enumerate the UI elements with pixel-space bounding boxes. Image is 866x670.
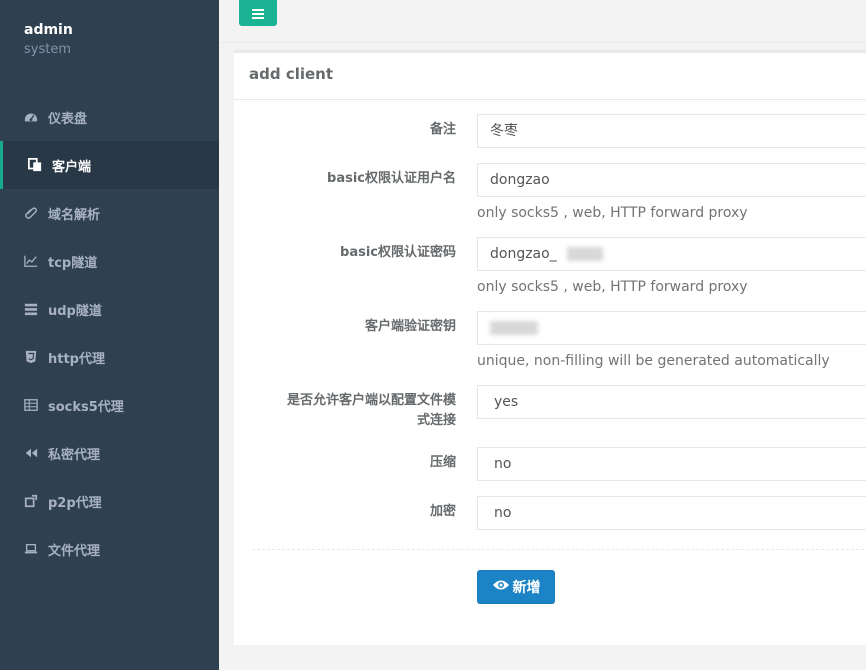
- basic-password-value: dongzao_: [490, 246, 557, 262]
- add-button[interactable]: 新增: [477, 570, 555, 604]
- sidebar-item-secret[interactable]: 私密代理: [0, 429, 219, 477]
- basic-username-label: basic权限认证用户名: [327, 171, 456, 186]
- sidebar-item-tcp[interactable]: tcp隧道: [0, 237, 219, 285]
- eye-icon: [492, 579, 513, 595]
- sidebar-item-socks5[interactable]: socks5代理: [0, 381, 219, 429]
- sidebar-item-label: http代理: [48, 351, 105, 367]
- remark-input[interactable]: 冬枣: [477, 114, 866, 148]
- sidebar-item-label: 客户端: [52, 159, 92, 175]
- panel-title: add client: [249, 65, 334, 83]
- add-button-label: 新增: [512, 580, 541, 596]
- vkey-label: 客户端验证密钥: [364, 319, 456, 334]
- profile-role: system: [24, 42, 71, 57]
- sidebar-item-label: 仪表盘: [48, 111, 88, 127]
- html5-icon: [23, 349, 39, 365]
- share-square-icon: [23, 493, 39, 509]
- sidebar-item-dashboard[interactable]: 仪表盘: [0, 93, 219, 141]
- divider: [234, 99, 866, 100]
- toggle-sidebar-button[interactable]: [239, 0, 277, 26]
- basic-password-label: basic权限认证密码: [340, 245, 456, 260]
- sidebar-item-file[interactable]: 文件代理: [0, 525, 219, 573]
- sidebar-item-label: udp隧道: [48, 303, 102, 319]
- compress-select[interactable]: no: [477, 447, 866, 481]
- bars-icon: [252, 4, 264, 23]
- dashboard-icon: [23, 109, 39, 125]
- sidebar-item-label: tcp隧道: [48, 255, 98, 271]
- config-conn-label-line1: 是否允许客户端以配置文件模: [286, 393, 456, 408]
- basic-password-help: only socks5 , web, HTTP forward proxy: [477, 279, 748, 295]
- redacted-mask: [490, 321, 538, 335]
- basic-username-input[interactable]: dongzao: [477, 163, 866, 197]
- sidebar-item-label: 文件代理: [48, 543, 101, 559]
- basic-password-input[interactable]: dongzao_: [477, 237, 866, 271]
- vkey-input[interactable]: [477, 311, 866, 345]
- clone-icon: [27, 157, 43, 173]
- compress-label: 压缩: [429, 455, 456, 470]
- vkey-help: unique, non-filling will be generated au…: [477, 353, 830, 369]
- crypt-label: 加密: [429, 504, 456, 519]
- profile-username[interactable]: admin: [24, 20, 73, 40]
- laptop-icon: [23, 541, 39, 557]
- add-client-panel: add client 备注 冬枣 basic权限认证用户名 dongzao on…: [234, 50, 866, 645]
- sidebar-item-domain[interactable]: 域名解析: [0, 189, 219, 237]
- line-chart-icon: [23, 253, 39, 269]
- table-icon: [23, 397, 39, 413]
- config-conn-label: 是否允许客户端以配置文件模 式连接: [256, 391, 456, 431]
- sidebar-item-clients[interactable]: 客户端: [0, 141, 219, 189]
- sidebar-item-p2p[interactable]: p2p代理: [0, 477, 219, 525]
- sidebar-item-udp[interactable]: udp隧道: [0, 285, 219, 333]
- sidebar-item-http[interactable]: http代理: [0, 333, 219, 381]
- sidebar-item-label: 域名解析: [48, 207, 101, 223]
- crypt-select[interactable]: no: [477, 496, 866, 530]
- sidebar-item-label: socks5代理: [48, 399, 124, 415]
- profile: admin system: [24, 20, 73, 60]
- sidebar-nav: 仪表盘 客户端 域名解析 tcp隧道 udp隧道 http代理 socks5代理…: [0, 93, 219, 573]
- top-navbar: [219, 0, 866, 43]
- remark-label: 备注: [429, 122, 456, 137]
- backward-icon: [23, 445, 39, 461]
- divider: [252, 549, 866, 550]
- paperclip-icon: [23, 205, 39, 221]
- server-icon: [23, 301, 39, 317]
- config-conn-label-line2: 式连接: [416, 413, 456, 428]
- sidebar-item-label: p2p代理: [48, 495, 102, 511]
- redacted-mask: [566, 247, 603, 261]
- basic-username-help: only socks5 , web, HTTP forward proxy: [477, 205, 748, 221]
- config-conn-select[interactable]: yes: [477, 385, 866, 419]
- sidebar: admin system 仪表盘 客户端 域名解析 tcp隧道 udp隧道 ht…: [0, 0, 219, 670]
- sidebar-item-label: 私密代理: [48, 447, 101, 463]
